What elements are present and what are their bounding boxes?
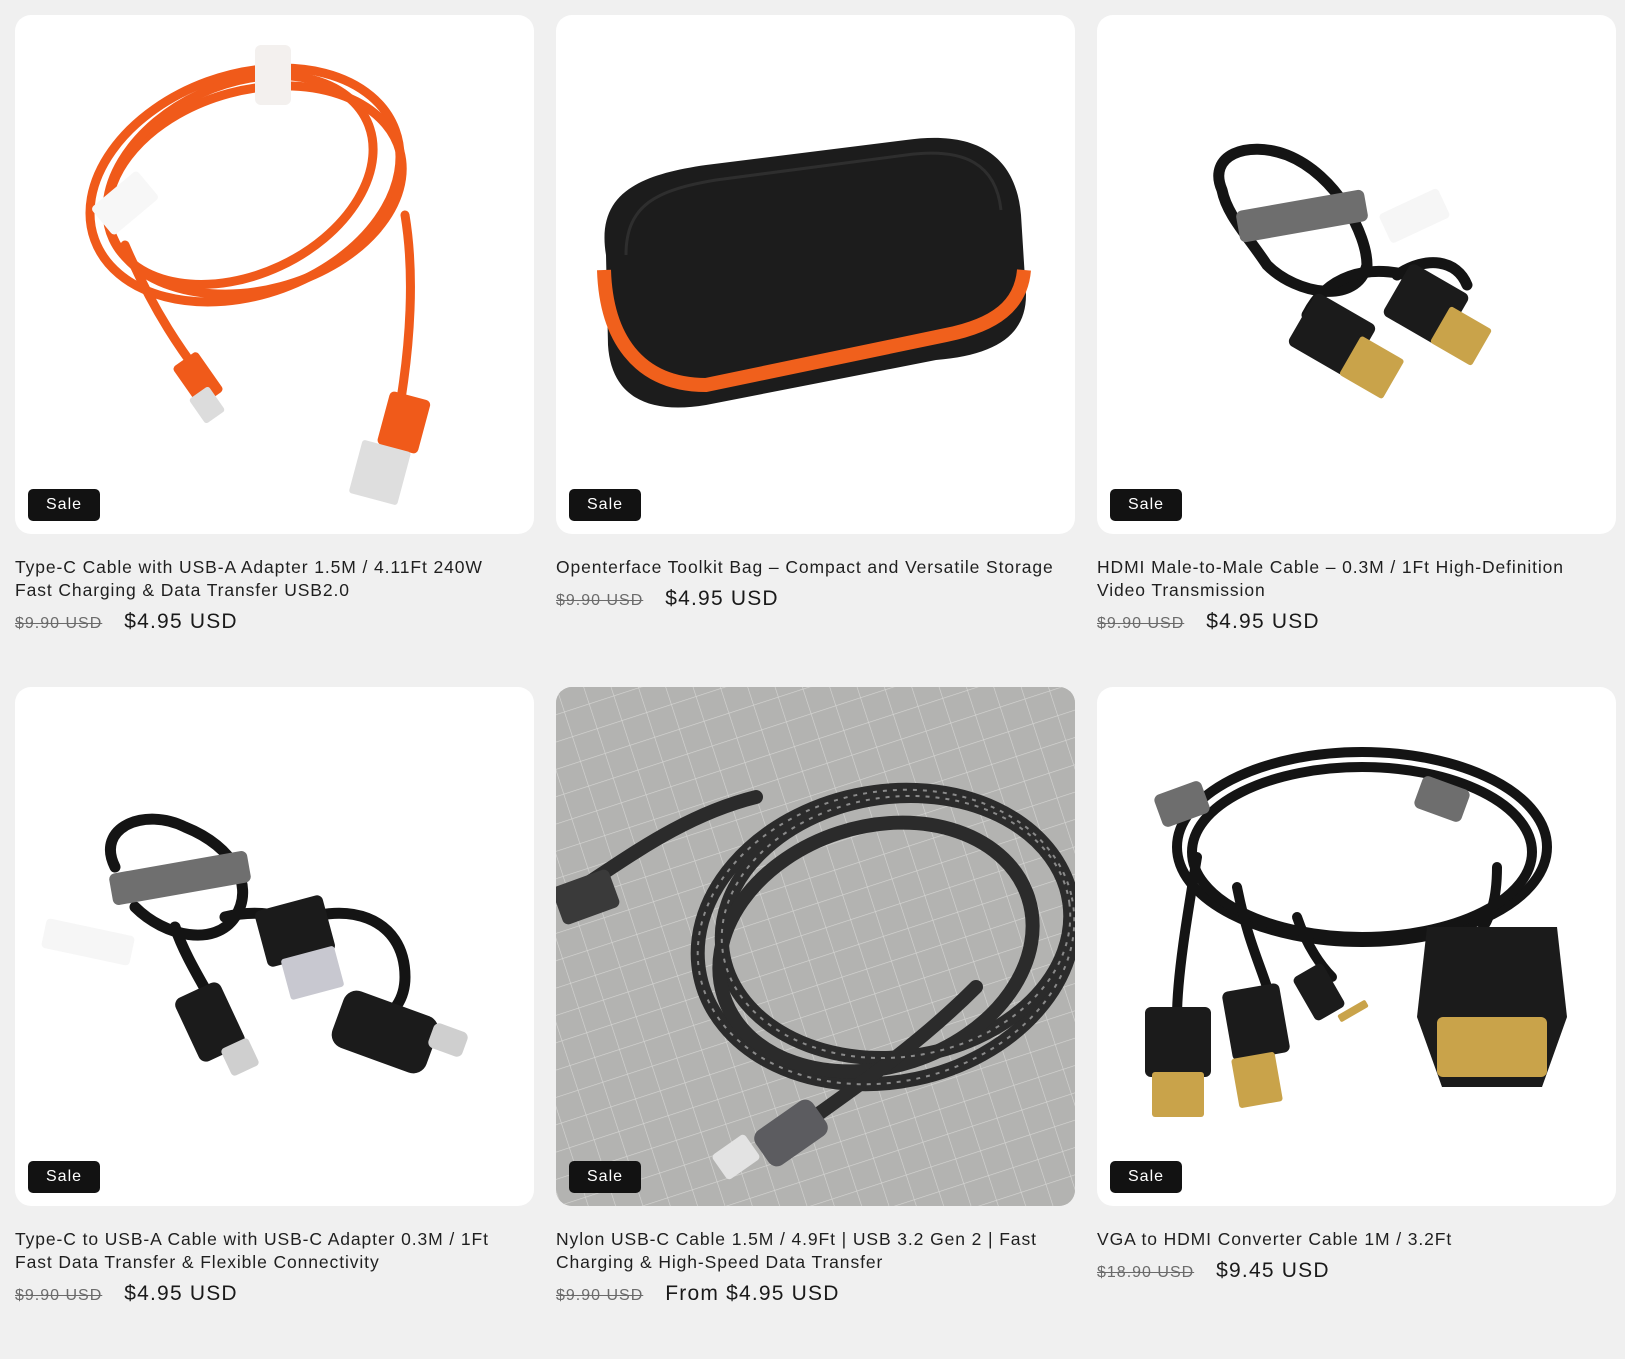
price-row: $9.90 USD $4.95 USD [556, 587, 1075, 611]
compare-price: $9.90 USD [556, 592, 644, 609]
price-row: $18.90 USD $9.45 USD [1097, 1259, 1616, 1283]
product-card[interactable]: Sale Openterface Toolkit Bag – Compact a… [556, 15, 1075, 687]
product-image[interactable]: Sale [15, 15, 534, 534]
sale-price: $4.95 USD [124, 610, 238, 633]
sale-badge: Sale [1110, 489, 1183, 521]
product-title[interactable]: Openterface Toolkit Bag – Compact and Ve… [556, 556, 1061, 579]
sale-badge: Sale [569, 489, 642, 521]
sale-badge: Sale [569, 1161, 642, 1193]
sale-price: $9.45 USD [1216, 1259, 1330, 1282]
compare-price: $9.90 USD [15, 1287, 103, 1304]
product-card[interactable]: Sale Nylon USB-C Cable 1.5M / 4.9Ft | US… [556, 687, 1075, 1359]
usb-c-adapter-cable-image [41, 813, 468, 1076]
compare-price: $9.90 USD [556, 1287, 644, 1304]
braided-cable-image [556, 687, 1075, 1206]
product-grid: Sale Type-C Cable with USB-A Adapter 1.5… [15, 15, 1616, 1359]
compare-price: $9.90 USD [1097, 615, 1185, 632]
product-image[interactable]: Sale [1097, 15, 1616, 534]
vga-hdmi-cable-image [1145, 747, 1567, 1117]
sale-price: $4.95 USD [124, 1282, 238, 1305]
sale-price: $4.95 USD [665, 587, 779, 610]
product-title[interactable]: VGA to HDMI Converter Cable 1M / 3.2Ft [1097, 1228, 1602, 1251]
toolkit-bag-image [597, 137, 1031, 408]
price-row: $9.90 USD $4.95 USD [1097, 610, 1616, 634]
orange-cable-image [85, 45, 431, 505]
price-row: $9.90 USD $4.95 USD [15, 1282, 534, 1306]
product-card[interactable]: Sale Type-C to USB-A Cable with USB-C Ad… [15, 687, 534, 1359]
compare-price: $9.90 USD [15, 615, 103, 632]
sale-badge: Sale [28, 1161, 101, 1193]
hdmi-cable-image [1213, 143, 1492, 399]
product-image[interactable]: Sale [556, 15, 1075, 534]
product-card[interactable]: Sale HDMI Male-to-Male Cable – 0.3M / 1F… [1097, 15, 1616, 687]
product-card[interactable]: Sale Type-C Cable with USB-A Adapter 1.5… [15, 15, 534, 687]
product-image[interactable]: Sale [556, 687, 1075, 1206]
sale-badge: Sale [28, 489, 101, 521]
product-title[interactable]: Type-C Cable with USB-A Adapter 1.5M / 4… [15, 556, 520, 602]
sale-price: $4.95 USD [1206, 610, 1320, 633]
product-title[interactable]: Type-C to USB-A Cable with USB-C Adapter… [15, 1228, 520, 1274]
product-card[interactable]: Sale VGA to HDMI Converter Cable 1M / 3.… [1097, 687, 1616, 1359]
sale-badge: Sale [1110, 1161, 1183, 1193]
product-image[interactable]: Sale [15, 687, 534, 1206]
product-title[interactable]: HDMI Male-to-Male Cable – 0.3M / 1Ft Hig… [1097, 556, 1602, 602]
product-title[interactable]: Nylon USB-C Cable 1.5M / 4.9Ft | USB 3.2… [556, 1228, 1061, 1274]
compare-price: $18.90 USD [1097, 1264, 1195, 1281]
price-row: $9.90 USD From $4.95 USD [556, 1282, 1075, 1306]
sale-price: From $4.95 USD [665, 1282, 840, 1305]
price-row: $9.90 USD $4.95 USD [15, 610, 534, 634]
product-image[interactable]: Sale [1097, 687, 1616, 1206]
